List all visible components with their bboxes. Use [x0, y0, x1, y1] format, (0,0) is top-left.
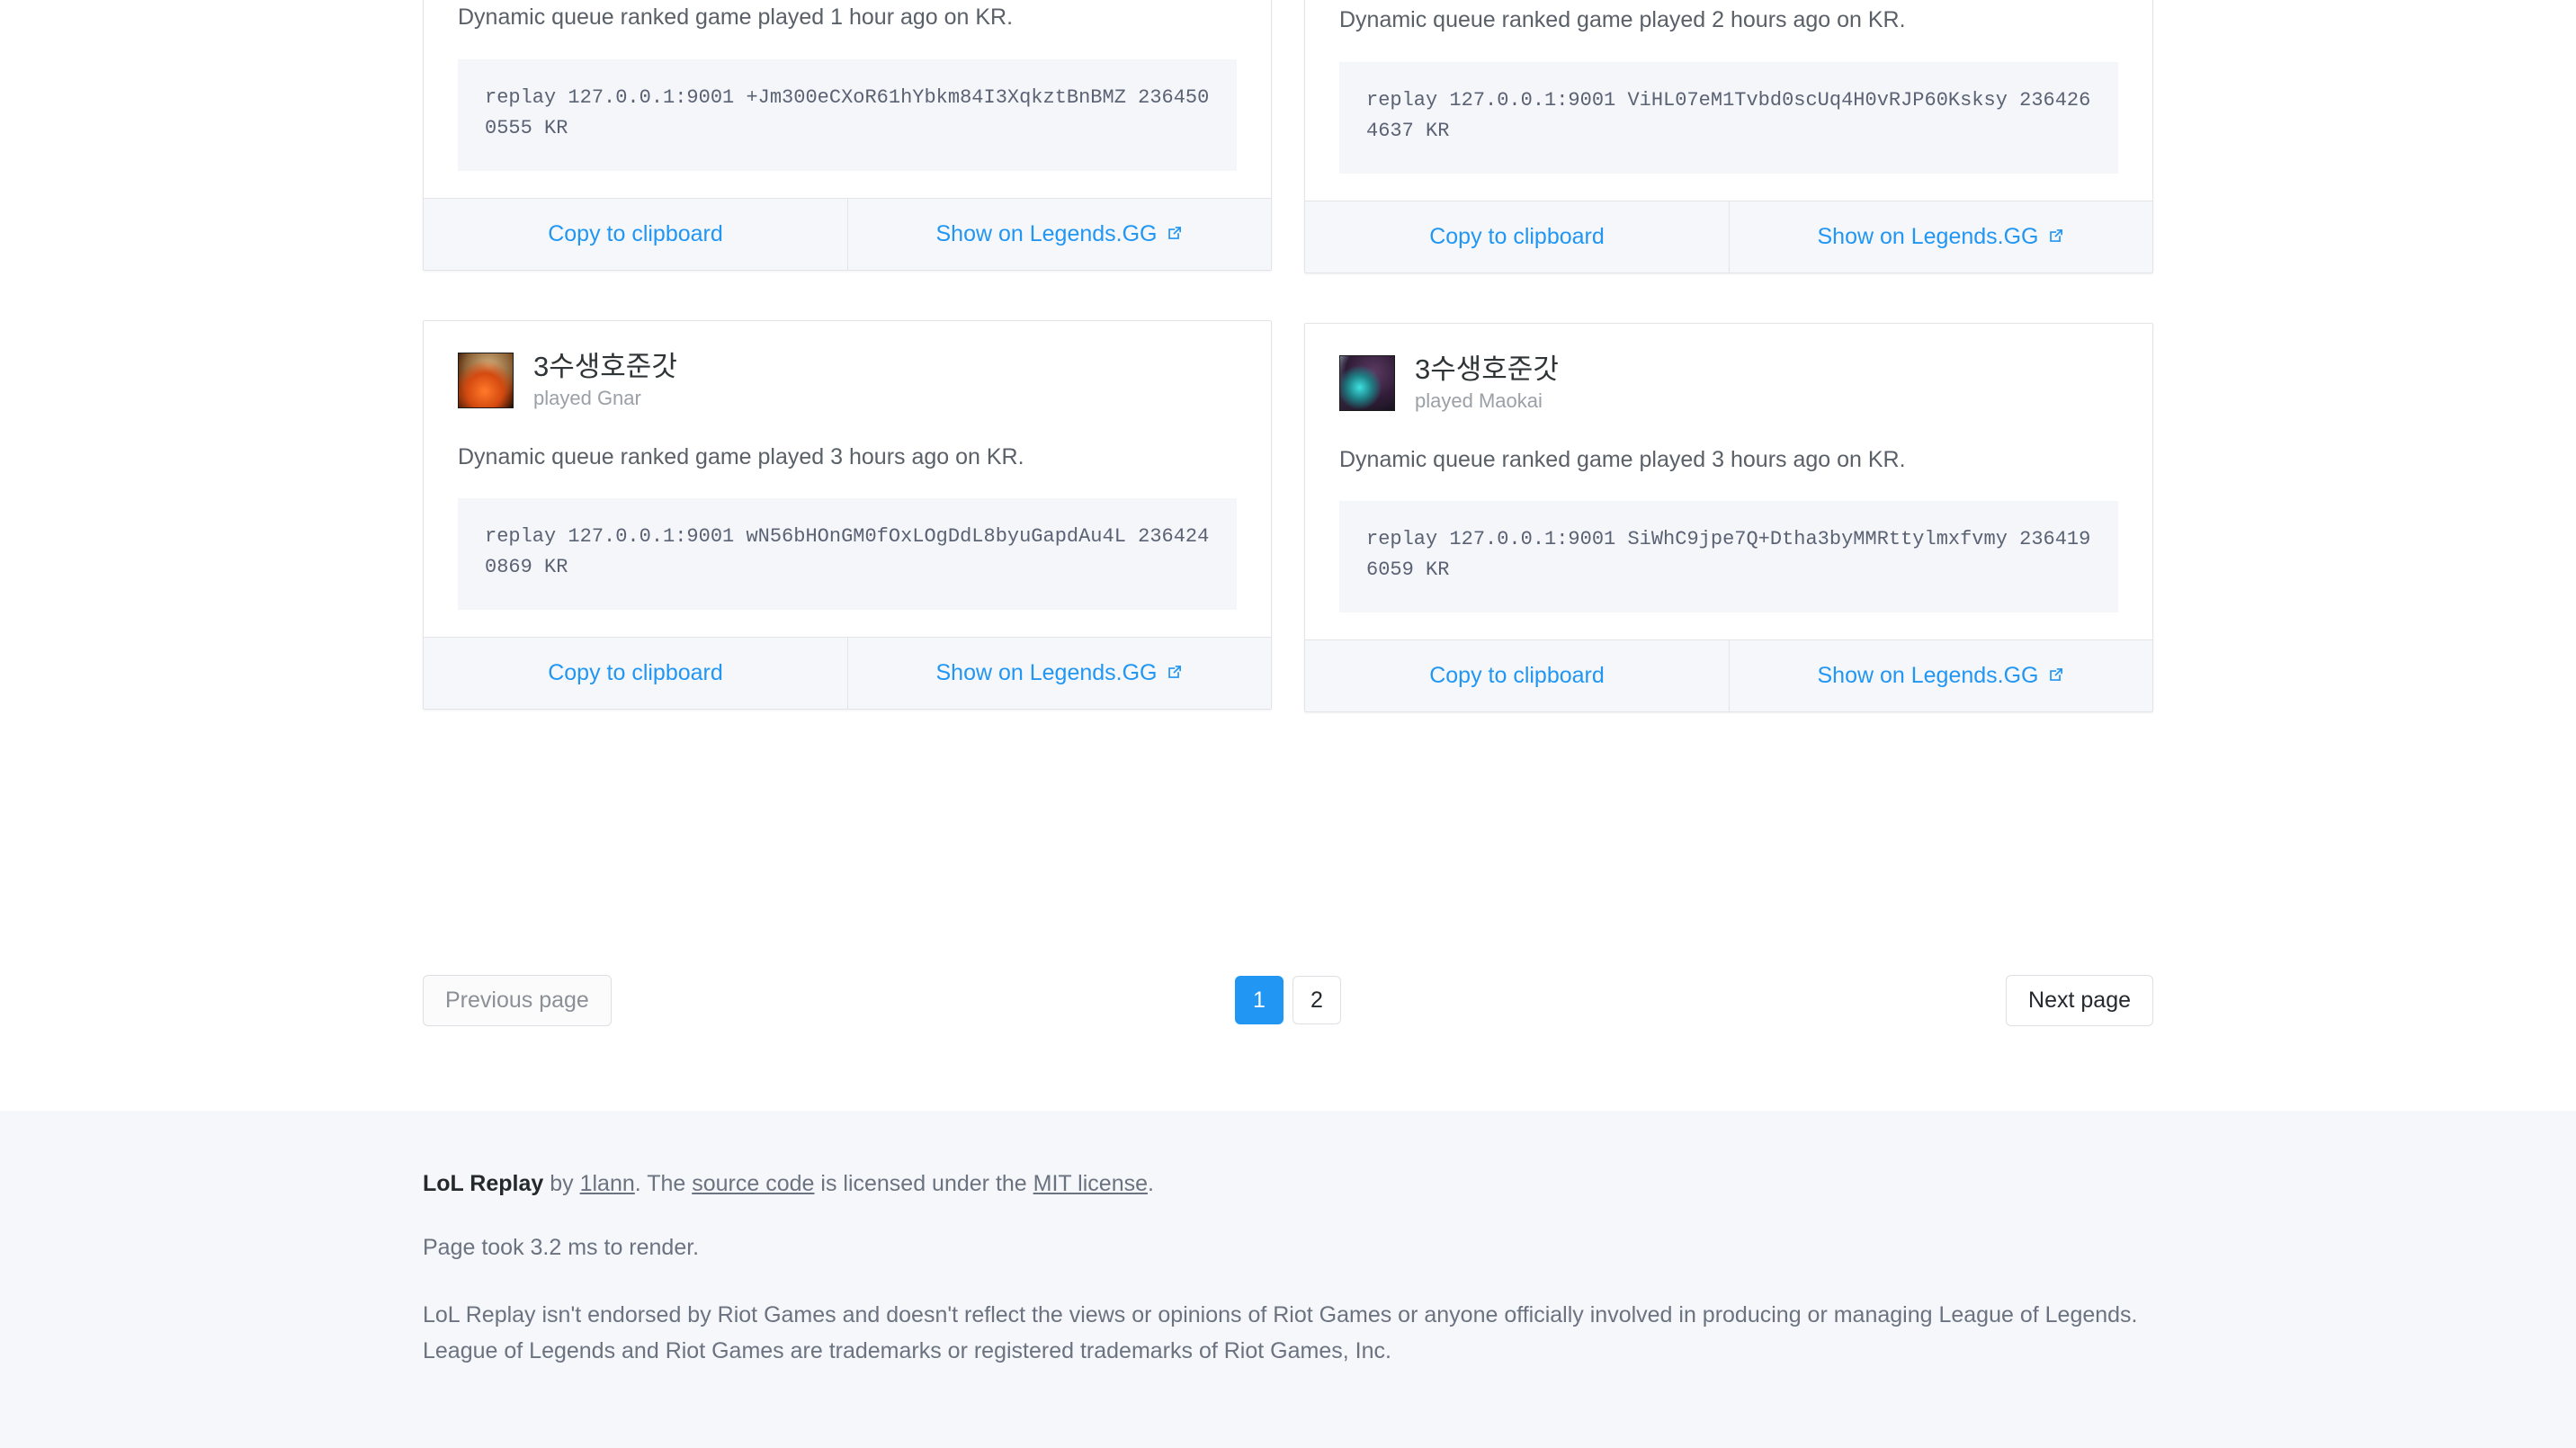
game-description: Dynamic queue ranked game played 3 hours… — [1339, 446, 1906, 472]
replay-card: 3수생호준갓 played Lee Sin Dynamic queue rank… — [1304, 0, 2153, 273]
footer-license-text: is licensed under the — [814, 1171, 1033, 1196]
copy-to-clipboard-label: Copy to clipboard — [1429, 223, 1605, 249]
card-action-bar: Copy to clipboard Show on Legends.GG — [424, 637, 1271, 710]
replay-command-block: replay 127.0.0.1:9001 wN56bHOnGM0fOxLOgD… — [458, 498, 1237, 611]
player-meta: 3수생호준갓 played Gnar — [533, 350, 677, 410]
replay-card-body: 3수생호준갓 played Lee Sin Dynamic queue rank… — [1305, 0, 2152, 201]
footer-disclaimer: LoL Replay isn't endorsed by Riot Games … — [423, 1301, 2138, 1364]
page-root: Dynamic queue ranked game played 1 hour … — [0, 0, 2576, 1448]
copy-to-clipboard-button[interactable]: Copy to clipboard — [424, 638, 847, 709]
external-link-icon — [1166, 224, 1184, 242]
page-number-1[interactable]: 1 — [1235, 976, 1284, 1024]
external-link-icon — [2047, 227, 2065, 245]
replay-command-block: replay 127.0.0.1:9001 ViHL07eM1Tvbd0scUq… — [1339, 61, 2118, 174]
player-header: 3수생호준갓 played Maokai — [1339, 353, 2118, 413]
show-on-legends-gg-label: Show on Legends.GG — [935, 660, 1158, 686]
show-on-legends-gg-link[interactable]: Show on Legends.GG — [1729, 640, 2152, 712]
card-action-bar: Copy to clipboard Show on Legends.GG — [1305, 639, 2152, 712]
footer-by-text: by — [543, 1171, 580, 1196]
replay-column-left: Dynamic queue ranked game played 1 hour … — [423, 0, 1272, 759]
next-page-button[interactable]: Next page — [2006, 974, 2153, 1026]
game-description: Dynamic queue ranked game played 1 hour … — [458, 4, 1014, 30]
footer-end-text: . — [1148, 1171, 1154, 1196]
card-action-bar: Copy to clipboard Show on Legends.GG — [424, 197, 1271, 270]
replay-card-body: Dynamic queue ranked game played 1 hour … — [424, 0, 1271, 198]
replay-card: 3수생호준갓 played Maokai Dynamic queue ranke… — [1304, 322, 2153, 713]
avatar — [1339, 355, 1395, 412]
game-description: Dynamic queue ranked game played 2 hours… — [1339, 7, 1906, 33]
copy-to-clipboard-button[interactable]: Copy to clipboard — [424, 199, 847, 270]
replay-card: Dynamic queue ranked game played 1 hour … — [423, 0, 1272, 271]
replay-card-body: 3수생호준갓 played Maokai Dynamic queue ranke… — [1305, 324, 2152, 640]
main-content: Dynamic queue ranked game played 1 hour … — [0, 0, 2576, 1111]
show-on-legends-gg-link[interactable]: Show on Legends.GG — [847, 638, 1271, 710]
avatar — [458, 353, 514, 409]
replay-card-body: 3수생호준갓 played Gnar Dynamic queue ranked … — [424, 321, 1271, 638]
player-meta: 3수생호준갓 played Maokai — [1415, 353, 1559, 413]
footer-source-code-link[interactable]: source code — [692, 1171, 814, 1196]
copy-to-clipboard-button[interactable]: Copy to clipboard — [1305, 640, 1729, 711]
card-action-bar: Copy to clipboard Show on Legends.GG — [1305, 200, 2152, 273]
champion-label: played Maokai — [1415, 389, 1543, 413]
replay-card: 3수생호준갓 played Gnar Dynamic queue ranked … — [423, 319, 1272, 711]
footer-mit-license-link[interactable]: MIT license — [1033, 1171, 1148, 1196]
show-on-legends-gg-link[interactable]: Show on Legends.GG — [1729, 201, 2152, 273]
page-number-2[interactable]: 2 — [1292, 976, 1341, 1024]
show-on-legends-gg-label: Show on Legends.GG — [1817, 223, 2039, 249]
replay-command-block: replay 127.0.0.1:9001 +Jm300eCXoR61hYbkm… — [458, 58, 1237, 171]
champion-label: played Gnar — [533, 387, 641, 410]
player-name: 3수생호준갓 — [533, 350, 677, 382]
footer-inner: LoL Replay by 1lann. The source code is … — [0, 1169, 2576, 1370]
copy-to-clipboard-label: Copy to clipboard — [548, 220, 723, 246]
show-on-legends-gg-label: Show on Legends.GG — [935, 220, 1158, 246]
copy-to-clipboard-label: Copy to clipboard — [1429, 663, 1605, 689]
footer-brand: LoL Replay — [423, 1171, 544, 1196]
player-header: 3수생호준갓 played Gnar — [458, 350, 1237, 410]
replay-column-right: 3수생호준갓 played Lee Sin Dynamic queue rank… — [1304, 0, 2153, 762]
pagination: Previous page 1 2 Next page — [423, 971, 2153, 1029]
page-number-list: 1 2 — [1235, 976, 1341, 1024]
copy-to-clipboard-label: Copy to clipboard — [548, 660, 723, 686]
external-link-icon — [2047, 666, 2065, 684]
footer-credits: LoL Replay by 1lann. The source code is … — [423, 1169, 2153, 1200]
external-link-icon — [1166, 663, 1184, 681]
footer-render-time: Page took 3.2 ms to render. — [423, 1234, 700, 1260]
footer-mid-text: . The — [634, 1171, 693, 1196]
player-name: 3수생호준갓 — [1415, 353, 1559, 385]
previous-page-button[interactable]: Previous page — [423, 974, 612, 1026]
footer-author-link[interactable]: 1lann — [580, 1171, 635, 1196]
show-on-legends-gg-label: Show on Legends.GG — [1817, 663, 2039, 689]
copy-to-clipboard-button[interactable]: Copy to clipboard — [1305, 201, 1729, 273]
show-on-legends-gg-link[interactable]: Show on Legends.GG — [847, 198, 1271, 270]
replay-command-block: replay 127.0.0.1:9001 SiWhC9jpe7Q+Dtha3b… — [1339, 501, 2118, 613]
footer: LoL Replay by 1lann. The source code is … — [0, 1111, 2576, 1448]
game-description: Dynamic queue ranked game played 3 hours… — [458, 443, 1024, 469]
